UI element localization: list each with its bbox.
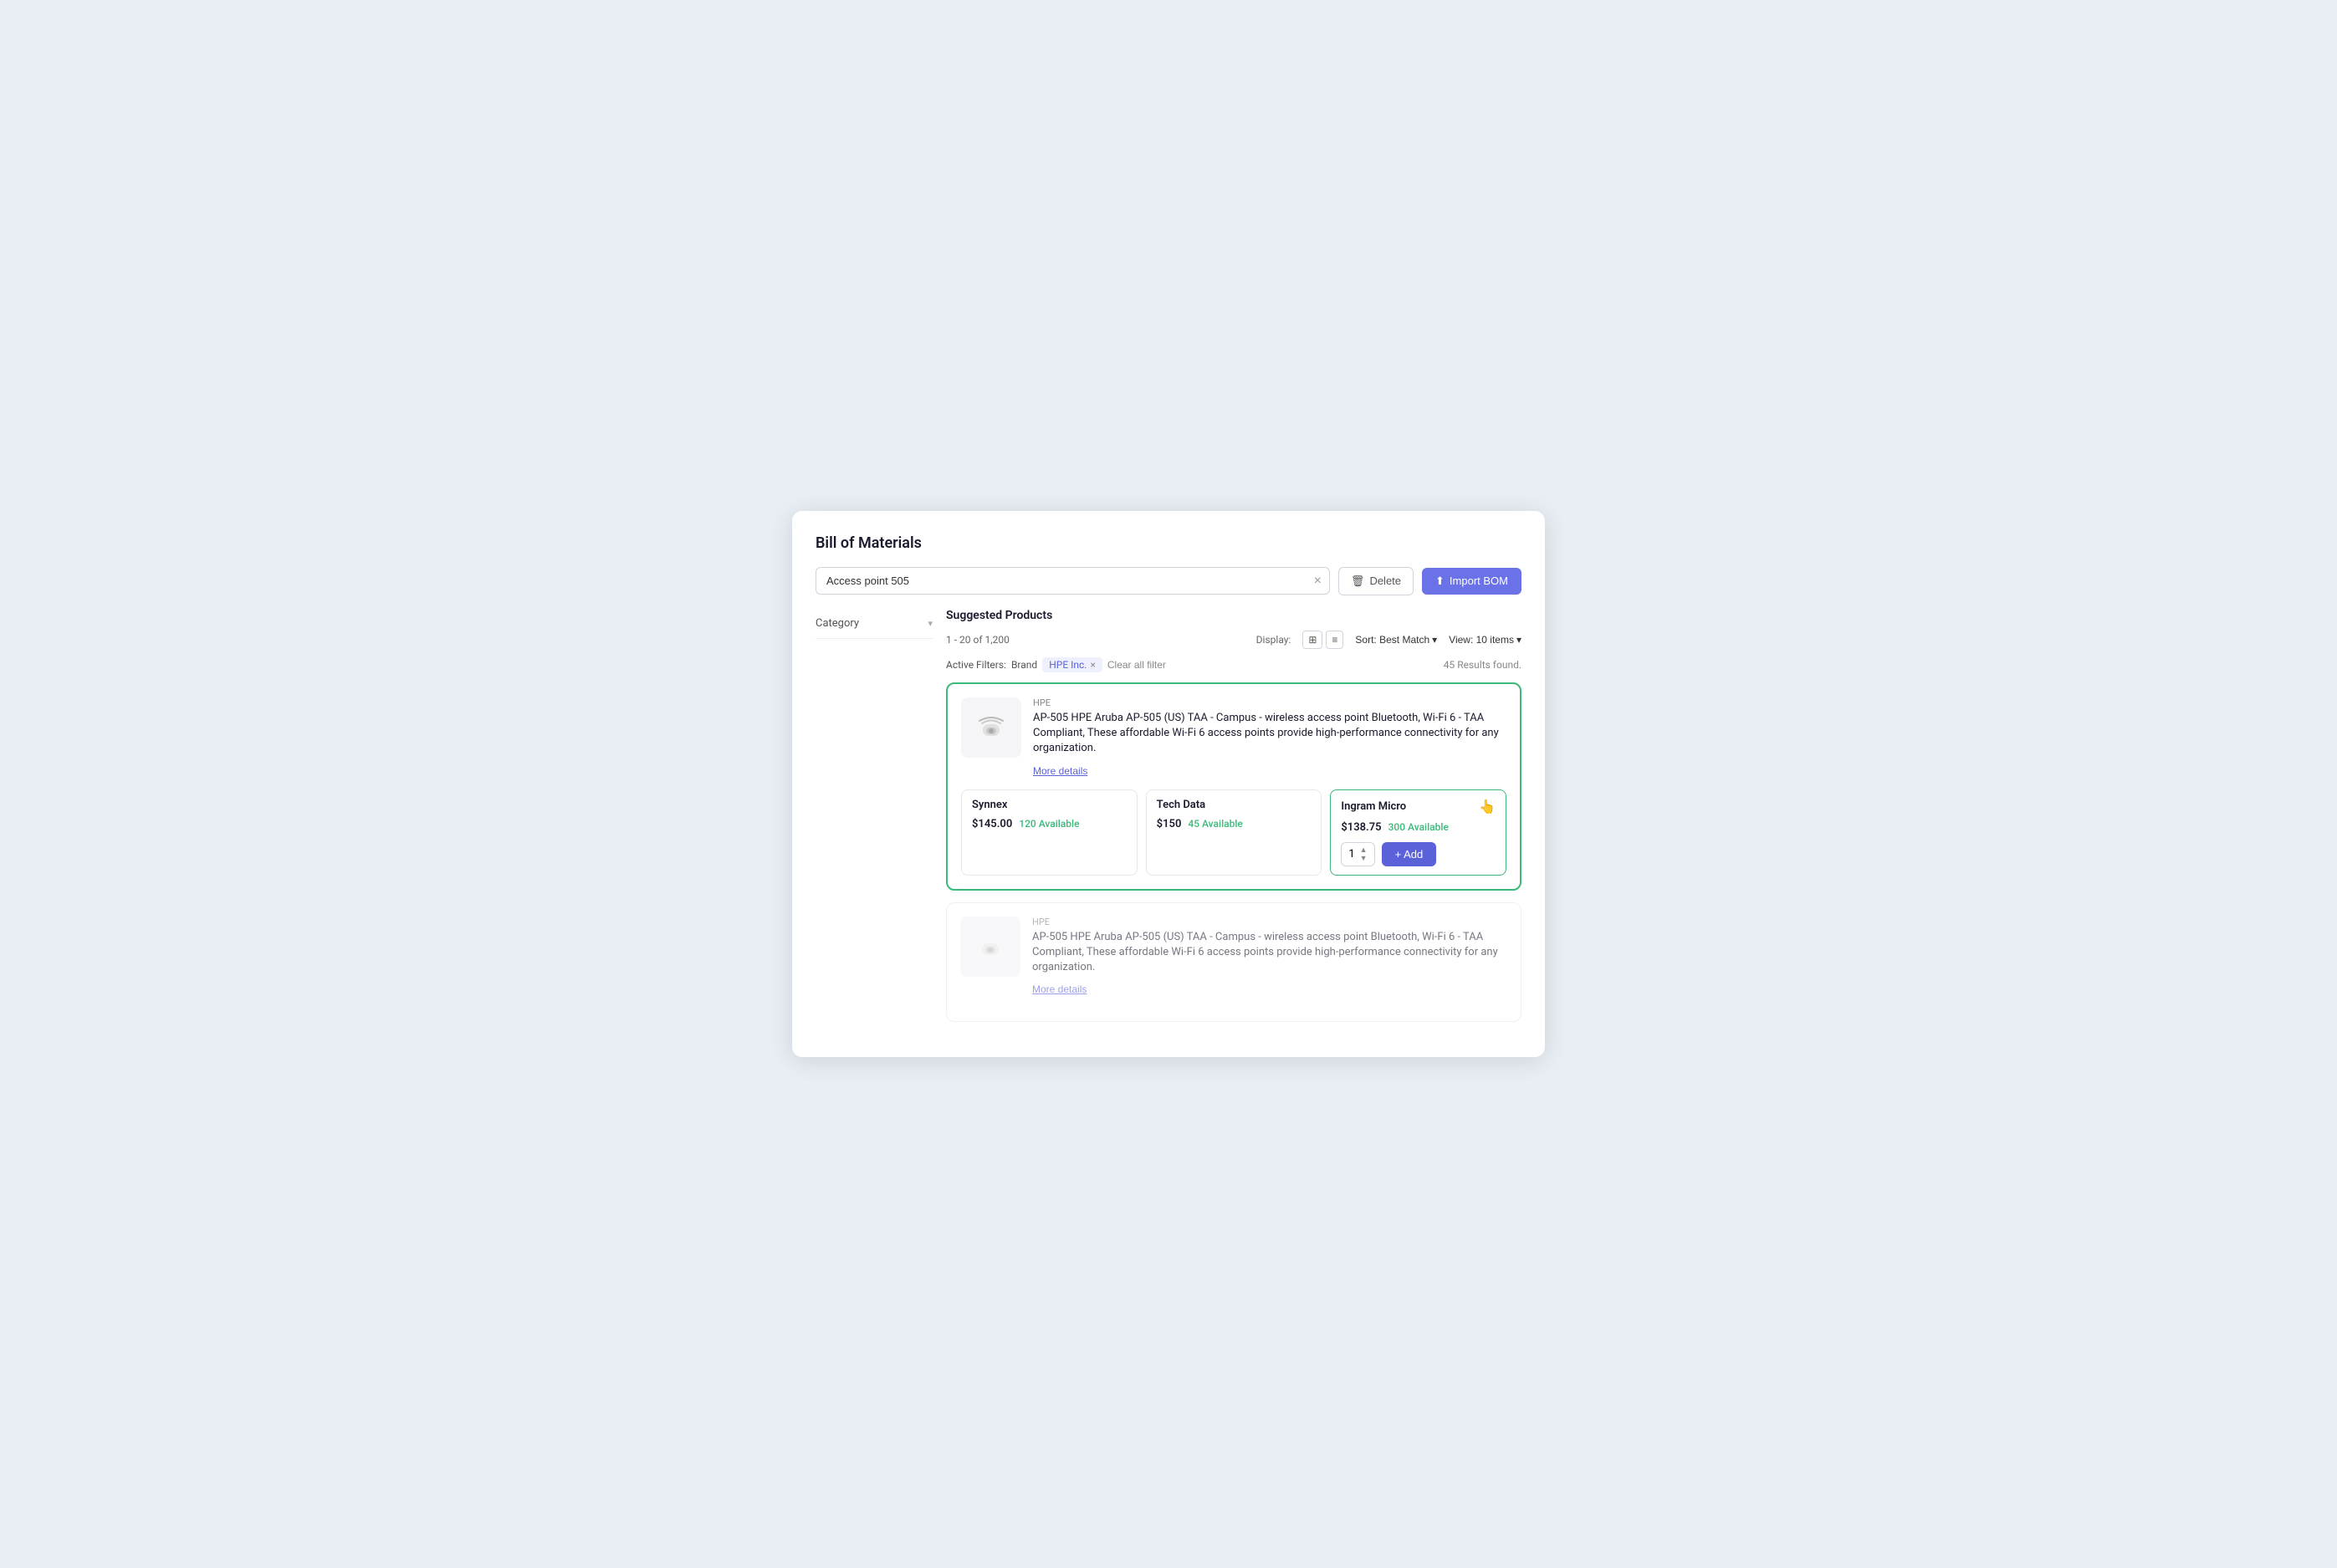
product-name-2: AP-505 HPE Aruba AP-505 (US) TAA - Campu…: [1032, 930, 1507, 976]
upload-icon: ⬆: [1435, 575, 1445, 588]
distributor-col-ingram: Ingram Micro 👆 $138.75 300 Available 1: [1330, 789, 1506, 876]
product-brand: HPE: [1033, 697, 1506, 708]
product-name: AP-505 HPE Aruba AP-505 (US) TAA - Campu…: [1033, 711, 1506, 757]
results-bar: 1 - 20 of 1,200 Display: ⊞ ≡ Sort: Best …: [946, 631, 1521, 649]
category-column: Category ▾: [816, 609, 933, 1034]
search-wrapper: ×: [816, 567, 1330, 595]
display-buttons: ⊞ ≡: [1302, 631, 1343, 649]
qty-down-button[interactable]: ▼: [1360, 855, 1368, 862]
content-area: Category ▾ Suggested Products 1 - 20 of …: [816, 609, 1521, 1034]
clear-all-filters-button[interactable]: Clear all filter: [1107, 659, 1166, 671]
product-image-2: [960, 917, 1020, 977]
product-card: HPE AP-505 HPE Aruba AP-505 (US) TAA - C…: [946, 682, 1521, 891]
product-card-top: HPE AP-505 HPE Aruba AP-505 (US) TAA - C…: [961, 697, 1506, 778]
results-found-count: 45 Results found.: [1444, 659, 1521, 671]
view-button[interactable]: View: 10 items ▾: [1449, 634, 1521, 646]
qty-spinners: ▲ ▼: [1360, 846, 1368, 862]
distributor-pricing-synnex: $145.00 120 Available: [972, 818, 1127, 830]
right-pane: Suggested Products 1 - 20 of 1,200 Displ…: [933, 609, 1521, 1034]
suggested-products-label: Suggested Products: [946, 609, 1521, 622]
product-card-2: HPE AP-505 HPE Aruba AP-505 (US) TAA - C…: [946, 902, 1521, 1023]
product-image: [961, 697, 1021, 758]
controls-right: Display: ⊞ ≡ Sort: Best Match ▾ View: 10…: [1256, 631, 1521, 649]
add-row-ingram: 1 ▲ ▼ + Add: [1341, 842, 1496, 866]
availability-synnex: 120 Available: [1019, 818, 1079, 830]
filter-brand-label: Brand: [1011, 659, 1037, 671]
distributor-name-ingram: Ingram Micro 👆: [1341, 799, 1496, 815]
top-bar: × 🗑 Delete ⬆ Import BOM: [816, 567, 1521, 595]
more-details-link-2[interactable]: More details: [1032, 983, 1087, 995]
delete-button[interactable]: 🗑 Delete: [1338, 567, 1414, 595]
view-chevron-icon: ▾: [1516, 634, 1521, 646]
product-info-2: HPE AP-505 HPE Aruba AP-505 (US) TAA - C…: [1032, 917, 1507, 997]
list-view-button[interactable]: ≡: [1326, 631, 1343, 649]
product-card-top-2: HPE AP-505 HPE Aruba AP-505 (US) TAA - C…: [960, 917, 1507, 997]
search-clear-button[interactable]: ×: [1314, 574, 1322, 589]
sort-button[interactable]: Sort: Best Match ▾: [1355, 634, 1437, 646]
active-filters-label: Active Filters:: [946, 659, 1006, 671]
availability-techdata: 45 Available: [1188, 818, 1242, 830]
page-title: Bill of Materials: [816, 534, 1521, 552]
distributor-name-techdata: Tech Data: [1157, 799, 1312, 811]
distributor-col-techdata: Tech Data $150 45 Available: [1146, 789, 1322, 876]
display-label: Display:: [1256, 634, 1291, 646]
qty-wrapper: 1 ▲ ▼: [1341, 842, 1374, 866]
import-bom-button[interactable]: ⬆ Import BOM: [1422, 568, 1521, 595]
availability-ingram: 300 Available: [1388, 821, 1449, 833]
qty-up-button[interactable]: ▲: [1360, 846, 1368, 854]
distributor-name-synnex: Synnex: [972, 799, 1127, 811]
filter-brand-tag: HPE Inc. ×: [1042, 657, 1102, 672]
sort-chevron-icon: ▾: [1432, 634, 1437, 646]
filter-tags: Active Filters: Brand HPE Inc. × Clear a…: [946, 657, 1166, 672]
distributor-pricing-techdata: $150 45 Available: [1157, 818, 1312, 830]
more-details-link[interactable]: More details: [1033, 765, 1087, 777]
product-info: HPE AP-505 HPE Aruba AP-505 (US) TAA - C…: [1033, 697, 1506, 778]
cursor-hand-icon: 👆: [1479, 799, 1496, 815]
active-filters-row: Active Filters: Brand HPE Inc. × Clear a…: [946, 657, 1521, 672]
filter-brand-remove-button[interactable]: ×: [1090, 659, 1095, 671]
distributor-col-synnex: Synnex $145.00 120 Available: [961, 789, 1138, 876]
add-to-bom-button[interactable]: + Add: [1382, 842, 1437, 866]
distributors-row: Synnex $145.00 120 Available Tech Data: [961, 789, 1506, 876]
search-input[interactable]: [816, 567, 1330, 595]
results-count: 1 - 20 of 1,200: [946, 634, 1010, 646]
main-card: Bill of Materials × 🗑 Delete ⬆ Import BO…: [792, 511, 1545, 1057]
qty-value: 1: [1348, 848, 1354, 861]
category-label: Category: [816, 617, 859, 630]
distributor-pricing-ingram: $138.75 300 Available: [1341, 821, 1496, 834]
delete-icon: 🗑: [1351, 575, 1365, 588]
price-synnex: $145.00: [972, 818, 1012, 830]
category-header: Category ▾: [816, 609, 933, 639]
grid-view-button[interactable]: ⊞: [1302, 631, 1322, 649]
product-brand-2: HPE: [1032, 917, 1507, 927]
price-ingram: $138.75: [1341, 821, 1381, 834]
price-techdata: $150: [1157, 818, 1182, 830]
